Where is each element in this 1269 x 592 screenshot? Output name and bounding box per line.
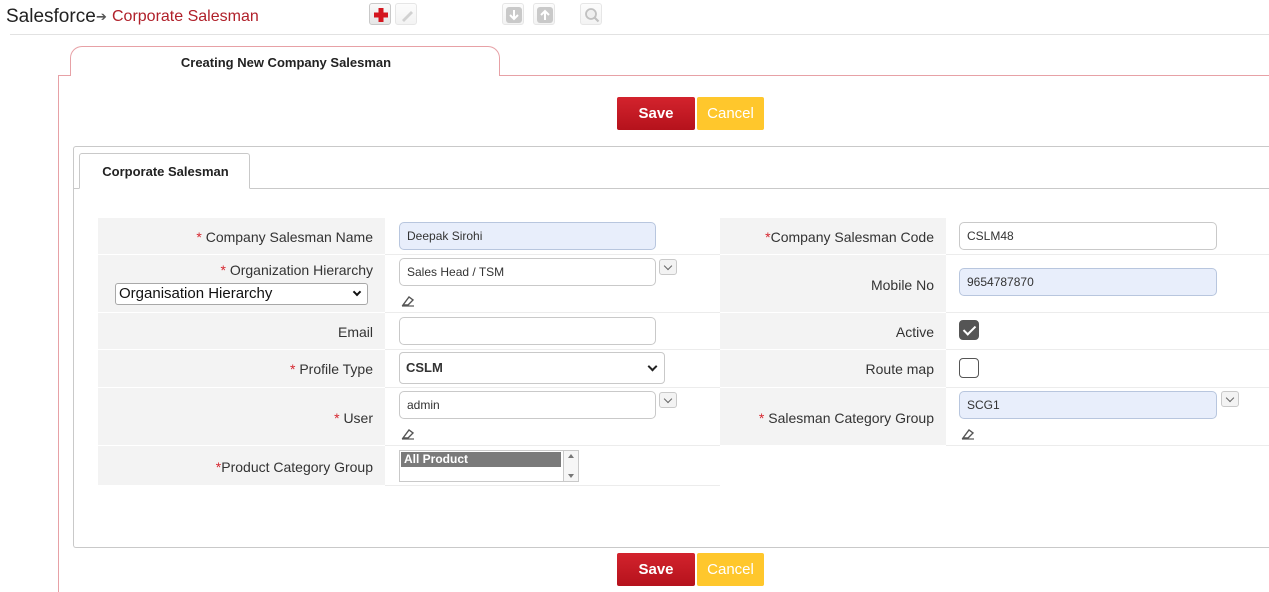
field-cell-route-map [946,350,1269,388]
required-marker: * [289,361,296,377]
tab-creating-new-company-salesman[interactable]: Creating New Company Salesman [70,46,500,76]
upload-icon[interactable] [533,3,555,25]
label-company-salesman-code: *Company Salesman Code [720,218,946,255]
required-marker: * [196,229,202,245]
salesman-category-group-input[interactable]: SCG1 [959,391,1217,419]
listbox-scrollbar[interactable] [563,451,578,481]
download-icon[interactable] [502,3,524,25]
panel-border-left [58,75,59,592]
organization-hierarchy-input[interactable]: Sales Head / TSM [399,258,656,286]
cancel-button-top[interactable]: Cancel [697,97,764,130]
user-input[interactable]: admin [399,391,656,419]
list-item[interactable]: All Product [401,452,561,467]
breadcrumb-root[interactable]: Salesforce [6,6,96,28]
label-email: Email [98,313,385,350]
required-marker: * [758,410,765,426]
email-field[interactable] [399,317,656,345]
label-mobile-no: Mobile No [720,255,946,313]
breadcrumb-current[interactable]: Corporate Salesman [112,8,259,26]
company-salesman-name-input[interactable]: Deepak Sirohi [399,222,656,250]
label-active: Active [720,313,946,350]
mobile-no-input[interactable]: 9654787870 [959,268,1217,296]
cancel-button-bottom[interactable]: Cancel [697,553,764,586]
organization-hierarchy-type-select[interactable]: Organisation Hierarchy [115,283,368,305]
required-marker: * [220,262,226,278]
eraser-icon[interactable] [961,428,975,440]
chevron-down-icon[interactable] [659,392,677,408]
label-salesman-category-group: * Salesman Category Group [720,388,946,446]
chevron-down-icon [647,361,658,372]
chevron-down-icon [352,287,362,297]
field-cell-salesman-category-group: SCG1 [946,388,1269,446]
field-cell-organization-hierarchy: Sales Head / TSM [385,255,720,313]
active-checkbox[interactable] [959,320,979,340]
route-map-checkbox[interactable] [959,358,979,378]
inner-tab-line [250,188,1269,189]
zoom-icon[interactable] [580,3,602,25]
arrow-up-icon[interactable] [568,454,574,458]
product-category-group-listbox[interactable]: All Product [399,450,579,482]
save-button-top[interactable]: Save [617,97,695,130]
field-cell-profile-type: CSLM [385,350,720,388]
field-cell-product-category-group: All Product [385,446,720,486]
save-button-bottom[interactable]: Save [617,553,695,586]
label-organization-hierarchy: * Organization Hierarchy Organisation Hi… [98,255,385,313]
profile-type-select[interactable]: CSLM [399,352,665,384]
label-profile-type: * Profile Type [98,350,385,388]
field-cell-company-salesman-name: Deepak Sirohi [385,218,720,255]
field-cell-active [946,313,1269,350]
required-marker: * [334,410,340,426]
inner-tab-label: Corporate Salesman [102,164,229,179]
breadcrumb-separator-icon: ➔ [96,9,107,24]
field-cell-user: admin [385,388,720,446]
eraser-icon[interactable] [401,295,415,307]
panel-border-top-left [58,75,71,76]
tab-corporate-salesman[interactable]: Corporate Salesman [79,153,250,189]
field-cell-company-salesman-code: CSLM48 [946,218,1269,255]
company-salesman-code-input[interactable]: CSLM48 [959,222,1217,250]
main-tab-label: Creating New Company Salesman [180,55,392,70]
chevron-down-icon[interactable] [1221,391,1239,407]
label-company-salesman-name: * Company Salesman Name [98,218,385,255]
top-bar: Salesforce ➔ Corporate Salesman [0,0,1269,34]
field-cell-email [385,313,720,350]
panel-border-top [500,75,1269,76]
label-user: * User [98,388,385,446]
label-product-category-group: *Product Category Group [98,446,385,486]
edit-icon[interactable] [395,3,417,25]
label-route-map: Route map [720,350,946,388]
top-divider [10,34,1269,35]
chevron-down-icon[interactable] [659,259,677,275]
field-cell-mobile-no: 9654787870 [946,255,1269,313]
eraser-icon[interactable] [401,428,415,440]
add-icon[interactable] [369,3,391,25]
arrow-down-icon[interactable] [568,474,574,478]
